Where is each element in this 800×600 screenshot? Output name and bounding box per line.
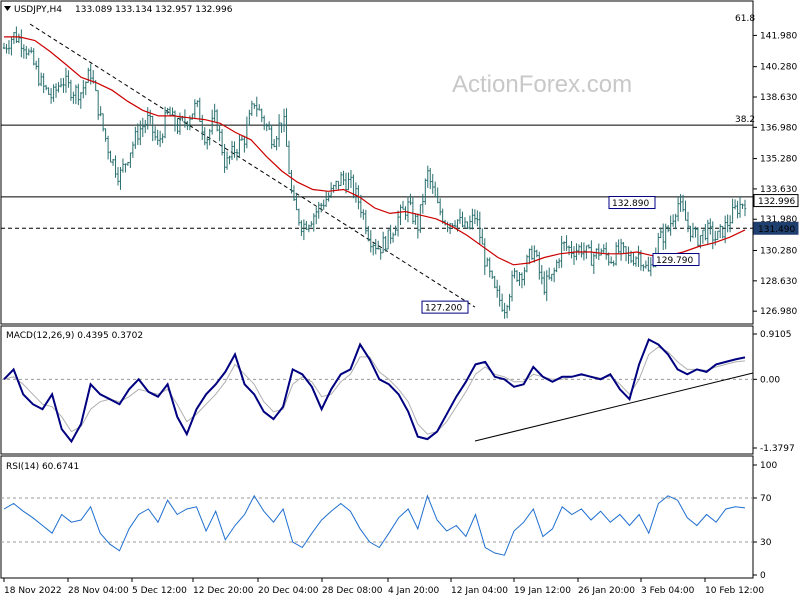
- time-tick-label: 28 Dec 08:00: [322, 586, 383, 596]
- price-tick-label: 128.630: [760, 277, 797, 287]
- rsi-tick-label: 70: [760, 494, 772, 504]
- time-tick-label: 19 Jan 12:00: [514, 586, 571, 596]
- price-tick-label: 141.980: [760, 31, 797, 41]
- moving-average-line: [4, 36, 746, 266]
- level-price-label: 131.490: [758, 225, 795, 235]
- rsi-tick-label: 30: [760, 538, 772, 548]
- price-tick-label: 140.280: [760, 63, 797, 73]
- time-tick-label: 4 Jan 20:00: [388, 586, 440, 596]
- time-tick-label: 12 Dec 20:00: [193, 586, 254, 596]
- time-tick-label: 20 Dec 04:00: [258, 586, 319, 596]
- price-level-box-label: 127.200: [425, 304, 462, 314]
- price-level-box-label: 132.890: [612, 199, 649, 209]
- macd-line: [3, 338, 746, 444]
- price-level-box-label: 129.790: [656, 256, 693, 266]
- price-tick-label: 130.280: [760, 247, 797, 257]
- price-tick-label: 138.630: [760, 93, 797, 103]
- rsi-line: [3, 494, 746, 556]
- macd-title: MACD(12,26,9) 0.4395 0.3702: [6, 331, 143, 341]
- collapse-triangle-icon[interactable]: [4, 6, 11, 11]
- ohlc-values: 133.089 133.134 132.957 132.996: [75, 5, 233, 15]
- macd-panel-frame: [0, 325, 754, 455]
- rsi-title: RSI(14) 60.6741: [6, 462, 79, 472]
- rsi-tick-label: 100: [760, 461, 777, 471]
- rsi-tick-label: 0: [760, 571, 766, 581]
- price-tick-label: 136.980: [760, 123, 797, 133]
- price-panel-frame: [0, 0, 754, 325]
- macd-tick-label: 0.00: [760, 375, 780, 385]
- price-tick-label: 135.280: [760, 155, 797, 165]
- fib-label: 38.2: [735, 115, 755, 125]
- time-tick-label: 28 Nov 04:00: [68, 586, 129, 596]
- current-price-label: 132.996: [758, 197, 795, 207]
- symbol-label: USDJPY,H4: [14, 5, 62, 15]
- usdjpy-chart: ActionForex.com USDJPY,H4 133.089 133.13…: [0, 0, 799, 596]
- time-tick-label: 3 Feb 04:00: [641, 586, 695, 596]
- macd-tick-label: 0.9105: [760, 330, 792, 340]
- fib-label: 61.8: [735, 14, 755, 24]
- time-tick-label: 26 Jan 20:00: [578, 586, 635, 596]
- macd-signal-line: [3, 346, 746, 435]
- price-tick-label: 126.980: [760, 307, 797, 317]
- macd-support-trendline: [474, 372, 754, 442]
- time-tick-label: 12 Jan 04:00: [451, 586, 508, 596]
- time-tick-label: 18 Nov 2022: [4, 586, 62, 596]
- time-tick-label: 5 Dec 12:00: [132, 586, 187, 596]
- downtrend-line: [29, 23, 476, 308]
- price-tick-label: 133.630: [760, 185, 797, 195]
- macd-tick-label: -1.3797: [760, 444, 795, 454]
- time-tick-label: 10 Feb 12:00: [705, 586, 764, 596]
- watermark: ActionForex.com: [452, 71, 632, 98]
